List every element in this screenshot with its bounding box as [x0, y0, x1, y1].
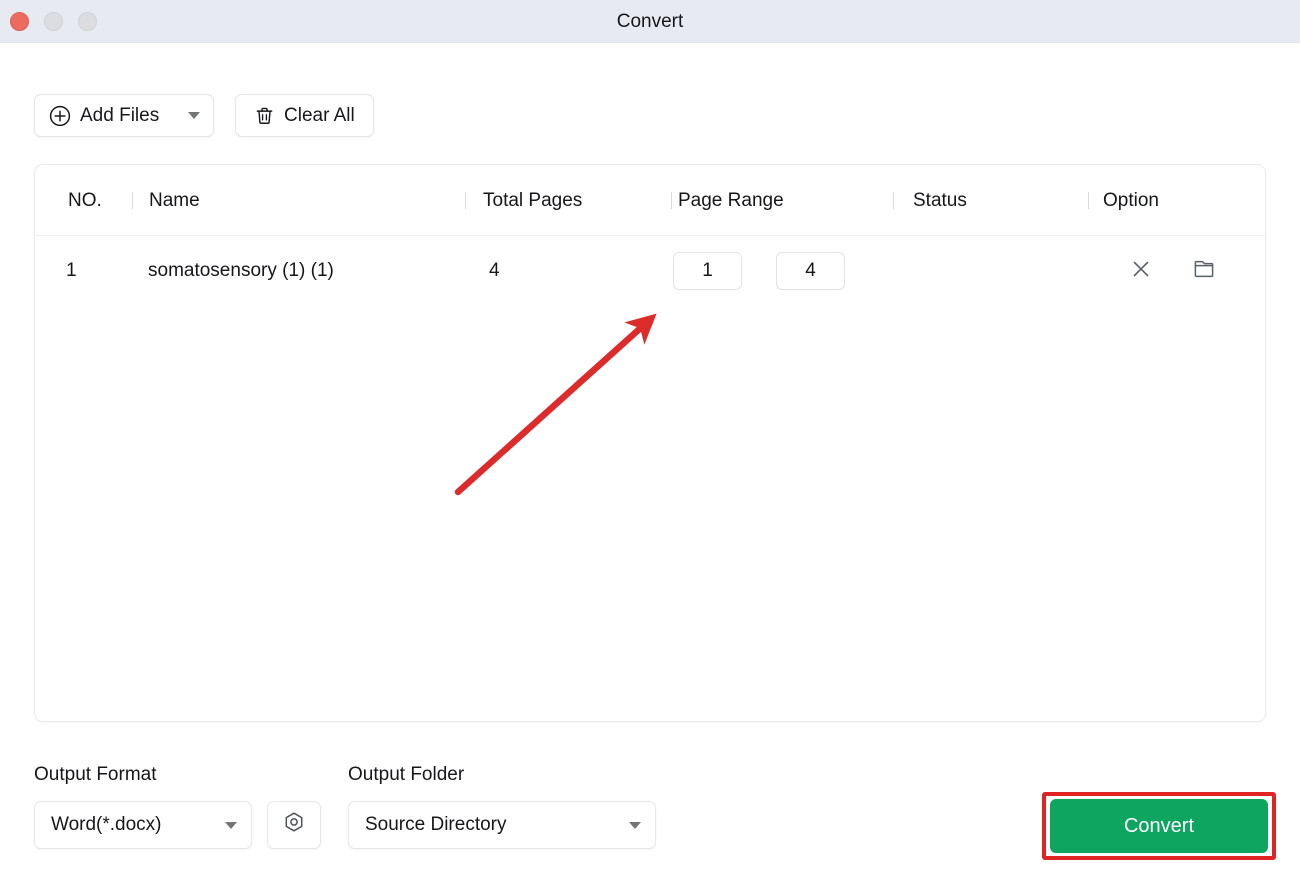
red-highlight-box	[1042, 792, 1276, 860]
column-header-name: Name	[149, 190, 200, 211]
output-folder-select[interactable]: Source Directory	[348, 801, 656, 849]
add-files-button[interactable]: Add Files	[34, 94, 214, 137]
column-separator	[893, 192, 894, 209]
output-folder-label: Output Folder	[348, 764, 465, 785]
remove-file-button[interactable]	[1128, 258, 1154, 284]
column-header-page-range: Page Range	[678, 190, 784, 211]
column-header-total-pages: Total Pages	[483, 190, 583, 211]
file-list-panel: NO. Name Total Pages Page Range Status O…	[34, 164, 1266, 722]
cell-name: somatosensory (1) (1)	[148, 260, 334, 281]
output-format-value: Word(*.docx)	[51, 814, 162, 835]
chevron-down-icon	[225, 821, 237, 829]
output-folder-value: Source Directory	[365, 814, 507, 835]
output-format-select[interactable]: Word(*.docx)	[34, 801, 252, 849]
format-settings-button[interactable]	[267, 801, 321, 849]
column-header-status: Status	[913, 190, 967, 211]
chevron-down-icon[interactable]	[188, 112, 200, 119]
title-bar: Convert	[0, 0, 1300, 43]
page-range-from-input[interactable]	[673, 252, 742, 290]
table-row[interactable]: 1 somatosensory (1) (1) 4 –	[35, 236, 1265, 306]
page-range-to-input[interactable]	[776, 252, 845, 290]
column-separator	[1088, 192, 1089, 209]
hex-nut-settings-icon	[281, 810, 307, 841]
convert-window: Convert Add Files Clear All NO. Name Tot…	[0, 0, 1300, 889]
output-format-label: Output Format	[34, 764, 157, 785]
column-separator	[465, 192, 466, 209]
cell-total-pages: 4	[489, 260, 500, 281]
plus-circle-icon	[49, 105, 71, 127]
column-header-no: NO.	[68, 190, 102, 211]
table-header-row: NO. Name Total Pages Page Range Status O…	[35, 165, 1265, 236]
cell-no: 1	[66, 260, 77, 281]
add-files-label: Add Files	[80, 104, 160, 126]
column-header-option: Option	[1103, 190, 1159, 211]
column-separator	[671, 192, 672, 209]
chevron-down-icon	[629, 821, 641, 829]
open-folder-button[interactable]	[1191, 258, 1217, 284]
clear-all-label: Clear All	[284, 104, 355, 126]
folder-icon	[1192, 257, 1216, 286]
close-icon	[1129, 257, 1153, 286]
trash-icon	[254, 105, 275, 126]
column-separator	[132, 192, 133, 209]
clear-all-button[interactable]: Clear All	[235, 94, 374, 137]
toolbar: Add Files Clear All	[34, 94, 374, 137]
window-title: Convert	[616, 11, 684, 32]
